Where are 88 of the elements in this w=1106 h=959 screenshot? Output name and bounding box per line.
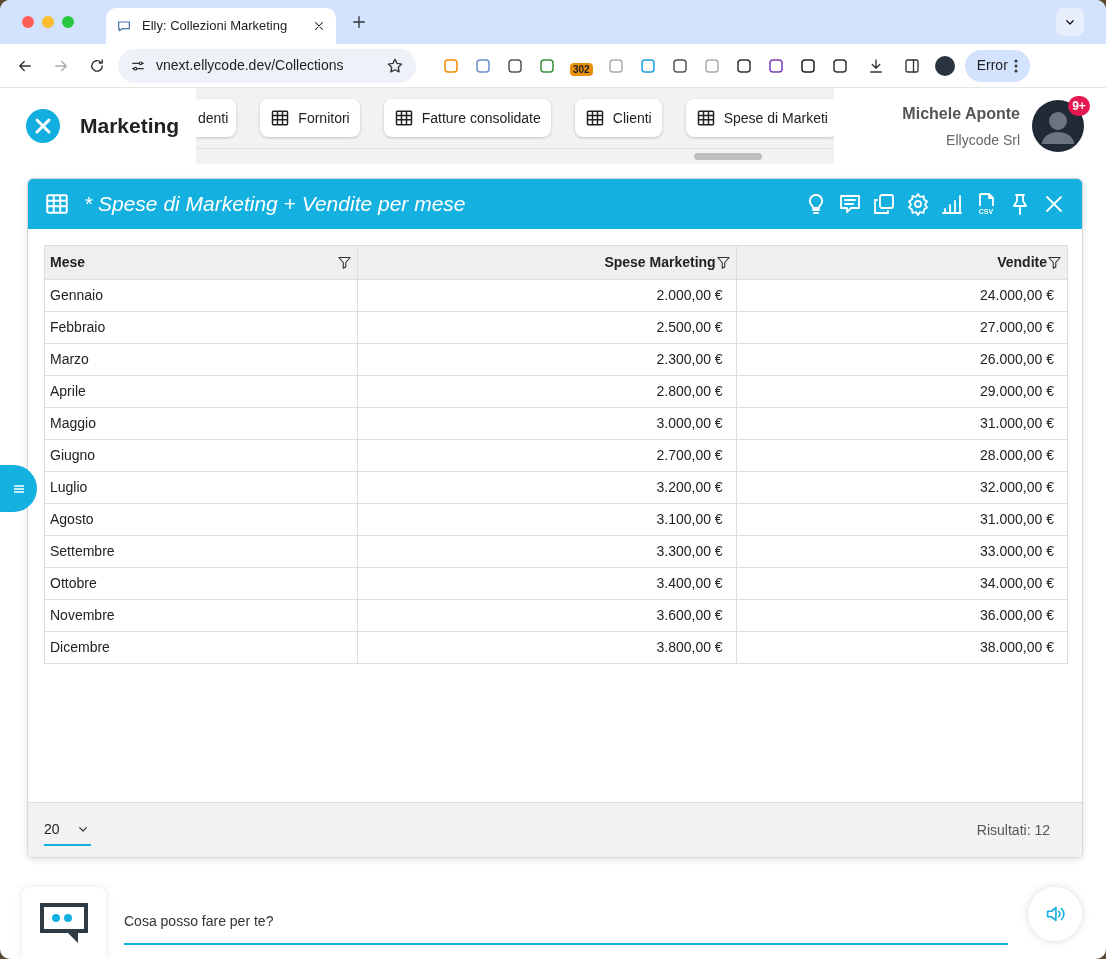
chat-bubble-icon [38, 901, 90, 945]
filter-icon[interactable] [715, 255, 731, 270]
collection-tab[interactable]: Clienti [574, 99, 662, 137]
table-cell: 3.800,00 € [358, 632, 737, 663]
extension-icon[interactable] [506, 56, 524, 75]
table-cell: Settembre [45, 536, 359, 567]
table-cell: 3.100,00 € [358, 504, 737, 535]
extension-icon[interactable] [670, 56, 689, 75]
table-cell: Ottobre [45, 568, 359, 599]
table-cell-text: 24.000,00 € [979, 286, 1055, 305]
speaker-button[interactable] [1028, 887, 1082, 941]
table-cell-text: 33.000,00 € [979, 542, 1055, 561]
browser-tab[interactable]: Elly: Collezioni Marketing [106, 8, 336, 44]
user-name: Michele Aponte [902, 103, 1020, 124]
collection-tab[interactable]: Fatture consolidate [383, 99, 551, 137]
table-cell: Febbraio [45, 312, 359, 343]
results-count: Risultati: 12 [976, 820, 1051, 840]
extension-icon[interactable] [734, 56, 753, 75]
table-cell: Gennaio [45, 280, 359, 311]
table-cell: 2.300,00 € [358, 344, 737, 375]
scrollbar-thumb[interactable] [694, 153, 762, 160]
table-cell: 3.600,00 € [358, 600, 737, 631]
copy-icon[interactable] [872, 192, 896, 216]
collection-tab[interactable]: Spese di Marketi [685, 99, 834, 137]
page-size-select[interactable]: 20 [44, 814, 91, 846]
table-cell: Maggio [45, 408, 359, 439]
table-icon [393, 108, 414, 128]
user-avatar[interactable] [1032, 100, 1084, 152]
table-cell: Novembre [45, 600, 359, 631]
table-cell-text: 36.000,00 € [979, 606, 1055, 625]
column-header[interactable]: Mese [45, 246, 359, 279]
table-cell: 3.000,00 € [358, 408, 737, 439]
company-name: Ellycode Srl [946, 130, 1020, 150]
table-cell: Marzo [45, 344, 359, 375]
table-cell: 3.400,00 € [358, 568, 737, 599]
table-cell: 3.200,00 € [358, 472, 737, 503]
table-cell-text: 31.000,00 € [979, 510, 1055, 529]
page-title: Marketing [80, 113, 180, 140]
table-cell-text: 34.000,00 € [979, 574, 1055, 593]
filter-icon[interactable] [1047, 255, 1062, 270]
panel-title: * Spese di Marketing + Vendite per mese [84, 191, 467, 218]
table-cell: Giugno [45, 440, 359, 471]
column-header[interactable]: Spese Marketing [358, 246, 737, 279]
table-cell-text: 27.000,00 € [979, 318, 1055, 337]
table-icon [584, 108, 605, 128]
table-cell: 2.500,00 € [358, 312, 737, 343]
table-cell-text: 31.000,00 € [979, 414, 1055, 433]
table-cell-text: 29.000,00 € [979, 382, 1055, 401]
bar-chart-icon[interactable] [940, 192, 964, 216]
table-icon [270, 108, 291, 128]
error-button[interactable]: Error [964, 49, 1030, 82]
star-icon[interactable] [386, 56, 404, 75]
settings-icon[interactable] [906, 192, 930, 216]
table-cell: 2.000,00 € [358, 280, 737, 311]
table-cell-text: 26.000,00 € [979, 350, 1055, 369]
table-icon [44, 191, 70, 217]
filter-icon[interactable] [337, 255, 353, 270]
more-icon[interactable] [1013, 58, 1018, 73]
table-cell-text: 32.000,00 € [979, 478, 1055, 497]
extension-icon[interactable] [798, 56, 817, 75]
table-cell: Luglio [45, 472, 359, 503]
profile-avatar[interactable] [934, 55, 955, 76]
extension-badge[interactable]: 302 [570, 63, 593, 76]
close-icon[interactable] [312, 19, 326, 33]
close-window-icon[interactable] [22, 16, 34, 28]
extension-icon[interactable] [830, 56, 849, 75]
address-bar[interactable]: vnext.ellycode.dev/Collections [118, 48, 416, 83]
table-cell: 2.700,00 € [358, 440, 737, 471]
table-cell-text: 38.000,00 € [979, 638, 1055, 657]
table-cell: 2.800,00 € [358, 376, 737, 407]
table-cell: 3.300,00 € [358, 536, 737, 567]
collection-tab[interactable]: denti [196, 99, 237, 137]
url-text: vnext.ellycode.dev/Collections [156, 56, 345, 75]
table-icon [695, 108, 716, 128]
table-cell: Dicembre [45, 632, 359, 663]
plus-icon[interactable] [350, 13, 368, 31]
chat-input[interactable]: Cosa posso fare per te? [124, 899, 1008, 945]
reload-icon[interactable] [88, 56, 106, 75]
table-cell: Aprile [45, 376, 359, 407]
extension-icon[interactable] [766, 56, 785, 75]
notification-badge: 9+ [1068, 96, 1090, 116]
side-panel-icon[interactable] [902, 56, 921, 75]
collection-tab[interactable]: Fornitori [260, 99, 360, 137]
table-cell-text: 28.000,00 € [979, 446, 1055, 465]
chat-bubble-icon[interactable] [116, 18, 132, 34]
column-header[interactable]: Vendite [736, 246, 1067, 279]
table-cell: Agosto [45, 504, 359, 535]
comment-icon[interactable] [838, 192, 862, 216]
